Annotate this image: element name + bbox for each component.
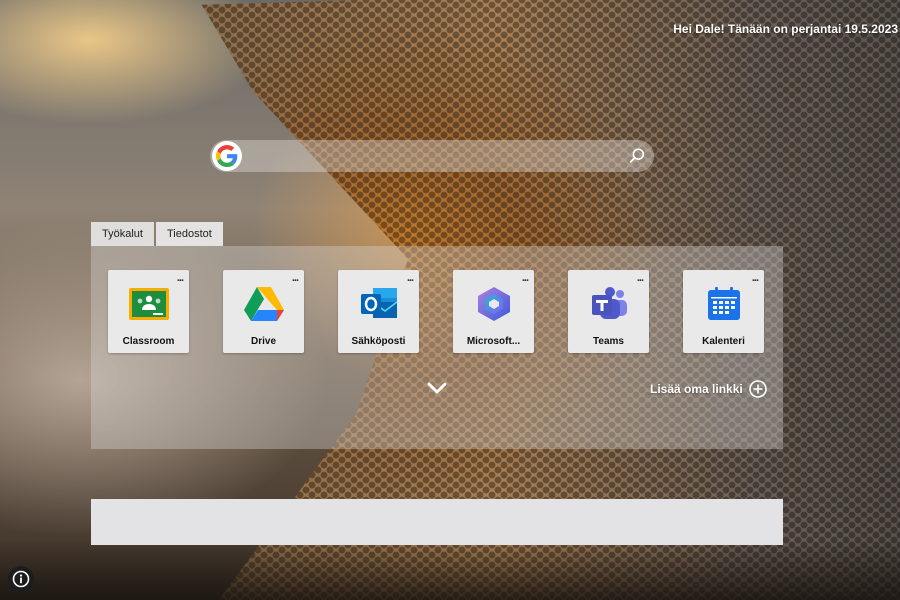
- tile-classroom[interactable]: ... Classroom: [108, 270, 189, 353]
- tile-menu-button[interactable]: ...: [752, 273, 759, 284]
- greeting-text: Hei Dale! Tänään on perjantai 19.5.2023: [673, 22, 898, 36]
- tile-microsoft[interactable]: ... Microsoft...: [453, 270, 534, 353]
- google-classroom-icon: [128, 288, 169, 320]
- tile-menu-button[interactable]: ...: [177, 273, 184, 284]
- tab-bar: Työkalut Tiedostot: [91, 222, 223, 246]
- tile-menu-button[interactable]: ...: [292, 273, 299, 284]
- outlook-icon: [360, 288, 397, 318]
- tile-menu-button[interactable]: ...: [522, 273, 529, 284]
- tile-label: Kalenteri: [702, 336, 745, 347]
- tile-label: Microsoft...: [466, 336, 521, 347]
- info-icon: [12, 570, 30, 588]
- tile-teams[interactable]: ... Teams: [568, 270, 649, 353]
- google-logo-icon: [212, 141, 242, 171]
- tab-tiedostot[interactable]: Tiedostot: [155, 222, 223, 246]
- tile-menu-button[interactable]: ...: [407, 273, 414, 284]
- calendar-icon: [707, 287, 740, 320]
- tile-label: Teams: [593, 336, 624, 347]
- shortcut-tiles: ... Classroom ... Drive ... Sähköposti .…: [108, 270, 764, 353]
- background-ground: [0, 540, 900, 600]
- bottom-content-box: [91, 499, 783, 545]
- tile-kalenteri[interactable]: ... Kalenteri: [683, 270, 764, 353]
- add-custom-link-button[interactable]: Lisää oma linkki: [650, 380, 767, 398]
- search-bar[interactable]: [210, 140, 654, 172]
- search-input[interactable]: [250, 144, 624, 170]
- tile-sahkoposti[interactable]: ... Sähköposti: [338, 270, 419, 353]
- microsoft-365-icon: [477, 287, 510, 321]
- tile-label: Sähköposti: [351, 336, 406, 347]
- search-icon[interactable]: [628, 147, 646, 165]
- tile-label: Drive: [250, 336, 276, 347]
- tile-menu-button[interactable]: ...: [637, 273, 644, 284]
- info-button[interactable]: [8, 566, 34, 592]
- plus-circle-icon: [748, 380, 767, 398]
- chevron-down-icon[interactable]: [426, 380, 448, 396]
- teams-icon: [591, 287, 627, 319]
- tile-label: Classroom: [122, 336, 175, 347]
- tile-drive[interactable]: ... Drive: [223, 270, 304, 353]
- add-link-label: Lisää oma linkki: [650, 382, 743, 396]
- google-drive-icon: [243, 287, 284, 321]
- tab-tyokalut[interactable]: Työkalut: [91, 222, 154, 246]
- shortcuts-panel: ... Classroom ... Drive ... Sähköposti .…: [91, 246, 783, 449]
